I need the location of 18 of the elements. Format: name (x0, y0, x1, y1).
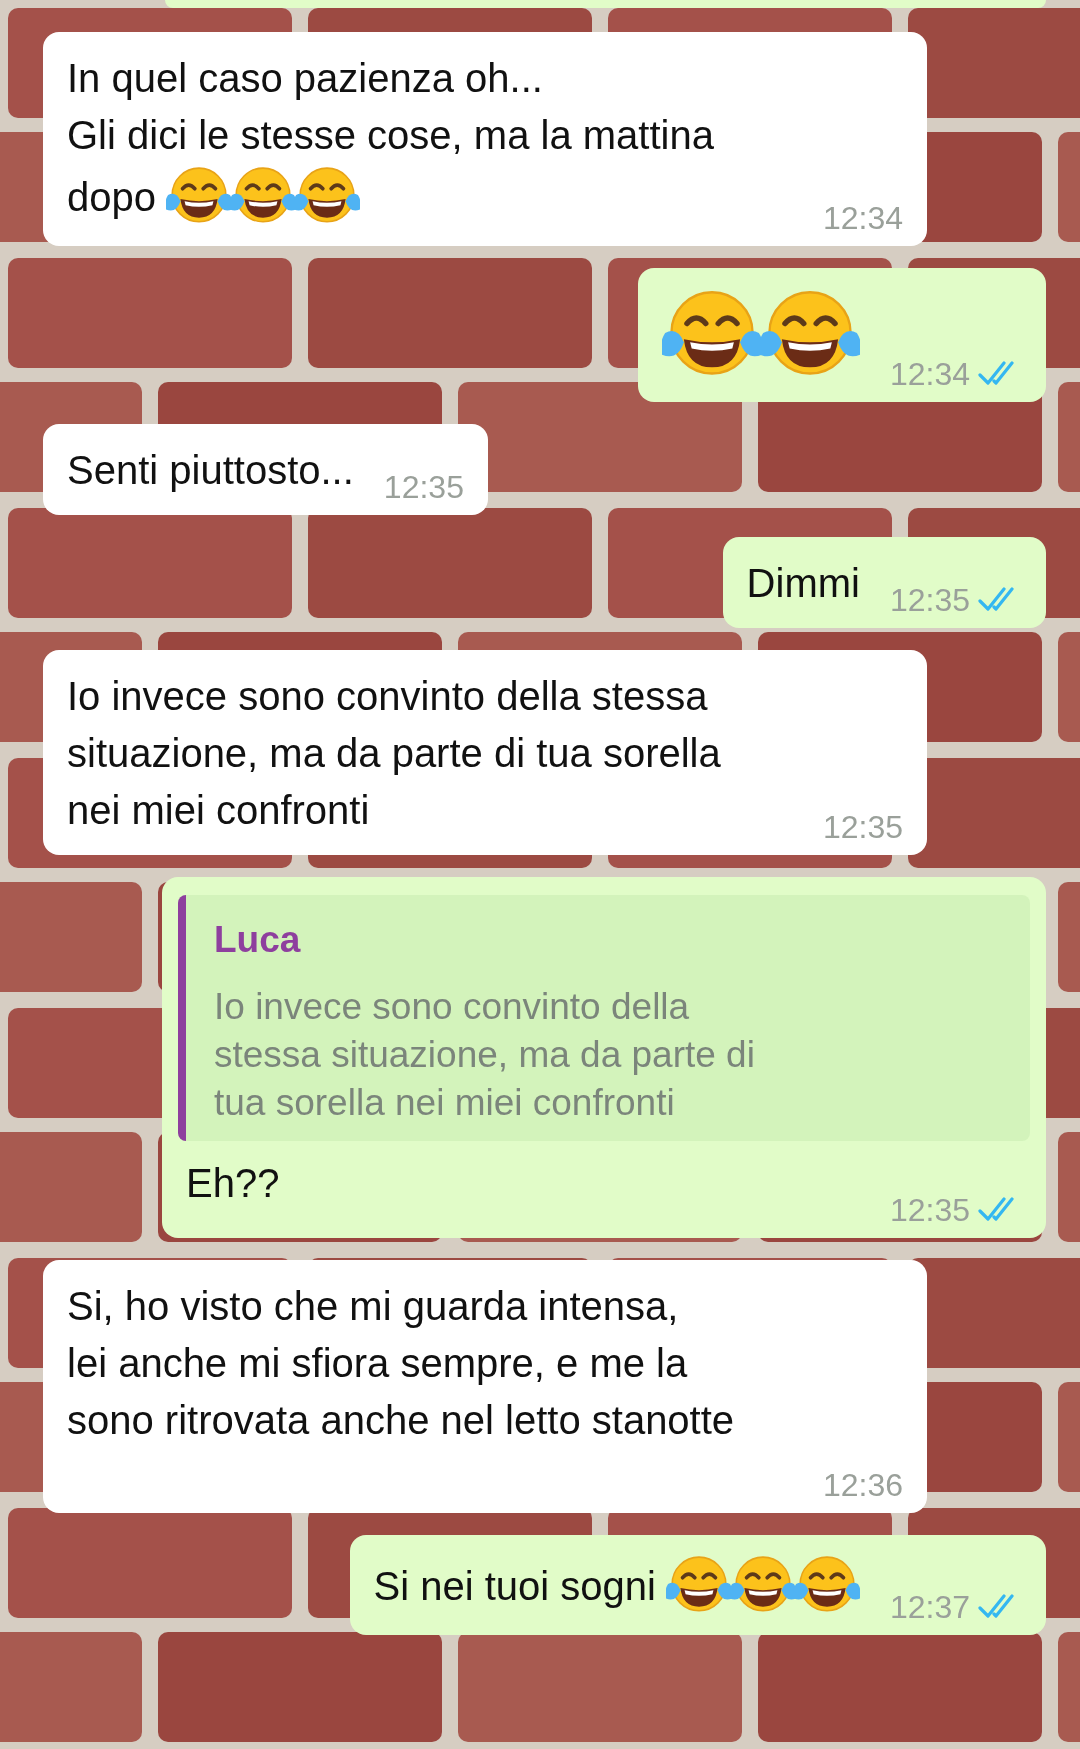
message-time: 12:35 (889, 581, 970, 620)
message-time: 12:35 (822, 808, 903, 847)
message-time: 12:35 (383, 468, 464, 507)
quoted-message[interactable]: Luca Io invece sono convinto della stessa situazione, ma da parte di tua sorella nei miei confronti (178, 895, 1030, 1141)
message-text: Si nei tuoi sogni (373, 1562, 656, 1610)
message-text: Dimmi (746, 560, 860, 607)
quote-text: Io invece sono convinto della stessa situazione, ma da parte di tua sorella nei miei confronti (214, 985, 756, 1125)
message-text: Eh?? (186, 1160, 280, 1207)
quote-author: Luca (214, 918, 302, 962)
message-time: 12:34 (889, 355, 970, 394)
message-time: 12:34 (822, 199, 903, 238)
message-text: Senti piuttosto... (67, 447, 354, 494)
message-text: sono ritrovata anche nel letto stanotte (67, 1397, 735, 1444)
message-text: nei miei confronti (67, 787, 370, 834)
message-time: 12:36 (822, 1466, 903, 1505)
message-text: dopo (67, 173, 156, 221)
message-time: 12:35 (889, 1191, 970, 1230)
message-time: 12:37 (889, 1588, 970, 1627)
